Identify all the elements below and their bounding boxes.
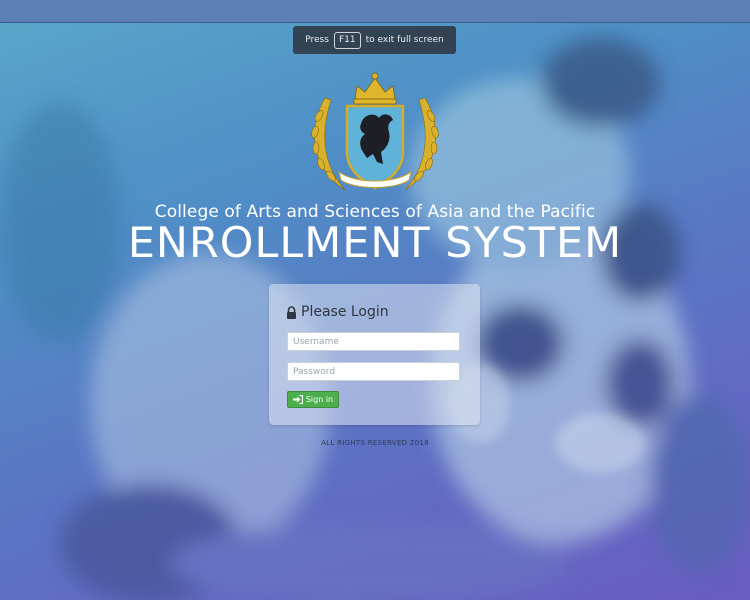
sign-in-button[interactable]: Sign in <box>287 391 339 408</box>
sign-in-icon <box>292 395 303 404</box>
f11-key-badge: F11 <box>333 31 361 49</box>
sign-in-label: Sign in <box>305 395 334 404</box>
lock-icon <box>287 305 296 319</box>
fullscreen-notice-prefix: Press <box>305 35 329 45</box>
password-input[interactable] <box>287 362 460 381</box>
login-heading-text: Please Login <box>301 304 389 320</box>
username-input[interactable] <box>287 332 460 351</box>
login-screen: Press F11 to exit full screen College of… <box>0 0 750 600</box>
system-title: ENROLLMENT SYSTEM <box>127 218 623 267</box>
fullscreen-notice: Press F11 to exit full screen <box>293 26 456 54</box>
login-card: Please Login Sign in <box>269 284 480 425</box>
crest-logo <box>311 72 439 191</box>
footer-copyright: ALL RIGHTS RESERVED 2018 <box>321 439 429 447</box>
browser-top-bar <box>0 0 750 23</box>
login-heading: Please Login <box>286 304 389 320</box>
fullscreen-notice-suffix: to exit full screen <box>365 35 444 45</box>
